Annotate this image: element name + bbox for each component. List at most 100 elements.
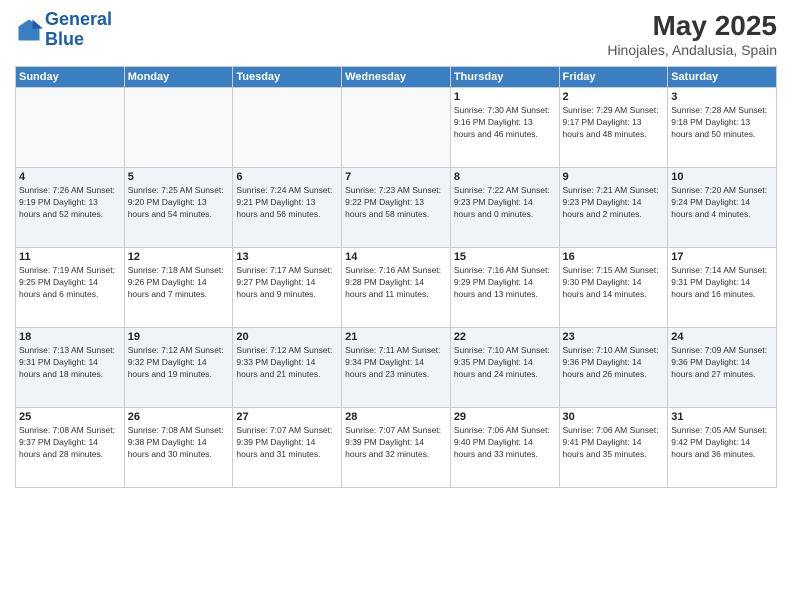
day-number: 19	[128, 331, 230, 343]
day-number: 3	[671, 91, 773, 103]
day-info: Sunrise: 7:06 AM Sunset: 9:40 PM Dayligh…	[454, 425, 556, 461]
day-number: 30	[563, 411, 665, 423]
calendar-week-2: 11 Sunrise: 7:19 AM Sunset: 9:25 PM Dayli…	[16, 248, 777, 328]
calendar-cell: 6 Sunrise: 7:24 AM Sunset: 9:21 PM Daylig…	[233, 168, 342, 248]
calendar-cell: 27 Sunrise: 7:07 AM Sunset: 9:39 PM Dayli…	[233, 408, 342, 488]
calendar-cell: 4Sunrise: 7:26 AM Sunset: 9:19 PM Daylig…	[16, 168, 125, 248]
calendar-cell: 29 Sunrise: 7:06 AM Sunset: 9:40 PM Dayli…	[450, 408, 559, 488]
calendar-cell: 18Sunrise: 7:13 AM Sunset: 9:31 PM Dayli…	[16, 328, 125, 408]
location-title: Hinojales, Andalusia, Spain	[607, 42, 777, 58]
calendar-cell: 13 Sunrise: 7:17 AM Sunset: 9:27 PM Dayli…	[233, 248, 342, 328]
day-number: 17	[671, 251, 773, 263]
day-number: 1	[454, 91, 556, 103]
calendar-cell: 22 Sunrise: 7:10 AM Sunset: 9:35 PM Dayli…	[450, 328, 559, 408]
calendar-cell: 14Sunrise: 7:16 AM Sunset: 9:28 PM Dayli…	[342, 248, 451, 328]
calendar-week-3: 18Sunrise: 7:13 AM Sunset: 9:31 PM Dayli…	[16, 328, 777, 408]
month-title: May 2025	[607, 10, 777, 42]
calendar-cell: 12Sunrise: 7:18 AM Sunset: 9:26 PM Dayli…	[124, 248, 233, 328]
day-info: Sunrise: 7:19 AM Sunset: 9:25 PM Dayligh…	[19, 265, 121, 301]
logo-line1: General	[45, 10, 112, 30]
day-number: 25	[19, 411, 121, 423]
day-info: Sunrise: 7:08 AM Sunset: 9:38 PM Dayligh…	[128, 425, 230, 461]
logo-icon	[15, 16, 43, 44]
day-number: 13	[236, 251, 338, 263]
day-info: Sunrise: 7:15 AM Sunset: 9:30 PM Dayligh…	[563, 265, 665, 301]
calendar-cell: 7Sunrise: 7:23 AM Sunset: 9:22 PM Daylig…	[342, 168, 451, 248]
day-info: Sunrise: 7:22 AM Sunset: 9:23 PM Dayligh…	[454, 185, 556, 221]
calendar-cell	[342, 88, 451, 168]
day-number: 24	[671, 331, 773, 343]
day-info: Sunrise: 7:20 AM Sunset: 9:24 PM Dayligh…	[671, 185, 773, 221]
day-info: Sunrise: 7:12 AM Sunset: 9:33 PM Dayligh…	[236, 345, 338, 381]
day-header-sunday: Sunday	[16, 67, 125, 88]
header: General Blue May 2025 Hinojales, Andalus…	[15, 10, 777, 58]
calendar-cell: 15Sunrise: 7:16 AM Sunset: 9:29 PM Dayli…	[450, 248, 559, 328]
day-number: 4	[19, 171, 121, 183]
calendar-cell: 1 Sunrise: 7:30 AM Sunset: 9:16 PM Daylig…	[450, 88, 559, 168]
logo-text: General Blue	[45, 10, 112, 50]
day-info: Sunrise: 7:13 AM Sunset: 9:31 PM Dayligh…	[19, 345, 121, 381]
calendar-cell	[233, 88, 342, 168]
day-number: 5	[128, 171, 230, 183]
day-info: Sunrise: 7:08 AM Sunset: 9:37 PM Dayligh…	[19, 425, 121, 461]
day-number: 29	[454, 411, 556, 423]
day-info: Sunrise: 7:05 AM Sunset: 9:42 PM Dayligh…	[671, 425, 773, 461]
calendar-week-4: 25 Sunrise: 7:08 AM Sunset: 9:37 PM Dayli…	[16, 408, 777, 488]
calendar-cell: 11 Sunrise: 7:19 AM Sunset: 9:25 PM Dayli…	[16, 248, 125, 328]
logo: General Blue	[15, 10, 112, 50]
day-number: 6	[236, 171, 338, 183]
calendar-cell: 24 Sunrise: 7:09 AM Sunset: 9:36 PM Dayli…	[668, 328, 777, 408]
day-number: 27	[236, 411, 338, 423]
day-number: 20	[236, 331, 338, 343]
day-info: Sunrise: 7:10 AM Sunset: 9:35 PM Dayligh…	[454, 345, 556, 381]
day-info: Sunrise: 7:17 AM Sunset: 9:27 PM Dayligh…	[236, 265, 338, 301]
day-header-saturday: Saturday	[668, 67, 777, 88]
day-number: 10	[671, 171, 773, 183]
day-header-tuesday: Tuesday	[233, 67, 342, 88]
day-number: 12	[128, 251, 230, 263]
calendar-cell: 17 Sunrise: 7:14 AM Sunset: 9:31 PM Dayli…	[668, 248, 777, 328]
day-number: 15	[454, 251, 556, 263]
day-info: Sunrise: 7:14 AM Sunset: 9:31 PM Dayligh…	[671, 265, 773, 301]
calendar-cell: 2 Sunrise: 7:29 AM Sunset: 9:17 PM Daylig…	[559, 88, 668, 168]
day-info: Sunrise: 7:30 AM Sunset: 9:16 PM Dayligh…	[454, 105, 556, 141]
calendar-cell: 3 Sunrise: 7:28 AM Sunset: 9:18 PM Daylig…	[668, 88, 777, 168]
day-header-thursday: Thursday	[450, 67, 559, 88]
day-header-friday: Friday	[559, 67, 668, 88]
calendar-table: SundayMondayTuesdayWednesdayThursdayFrid…	[15, 66, 777, 488]
day-info: Sunrise: 7:09 AM Sunset: 9:36 PM Dayligh…	[671, 345, 773, 381]
calendar-cell: 23 Sunrise: 7:10 AM Sunset: 9:36 PM Dayli…	[559, 328, 668, 408]
day-header-monday: Monday	[124, 67, 233, 88]
day-number: 16	[563, 251, 665, 263]
day-number: 23	[563, 331, 665, 343]
page: General Blue May 2025 Hinojales, Andalus…	[0, 0, 792, 612]
calendar-cell	[124, 88, 233, 168]
day-number: 11	[19, 251, 121, 263]
day-info: Sunrise: 7:28 AM Sunset: 9:18 PM Dayligh…	[671, 105, 773, 141]
calendar-cell: 28 Sunrise: 7:07 AM Sunset: 9:39 PM Dayli…	[342, 408, 451, 488]
logo-line2: Blue	[45, 30, 112, 50]
day-number: 28	[345, 411, 447, 423]
day-number: 22	[454, 331, 556, 343]
day-info: Sunrise: 7:06 AM Sunset: 9:41 PM Dayligh…	[563, 425, 665, 461]
day-info: Sunrise: 7:11 AM Sunset: 9:34 PM Dayligh…	[345, 345, 447, 381]
calendar-cell: 30 Sunrise: 7:06 AM Sunset: 9:41 PM Dayli…	[559, 408, 668, 488]
day-number: 31	[671, 411, 773, 423]
day-info: Sunrise: 7:07 AM Sunset: 9:39 PM Dayligh…	[345, 425, 447, 461]
day-number: 2	[563, 91, 665, 103]
day-number: 26	[128, 411, 230, 423]
day-info: Sunrise: 7:07 AM Sunset: 9:39 PM Dayligh…	[236, 425, 338, 461]
calendar-cell: 25 Sunrise: 7:08 AM Sunset: 9:37 PM Dayli…	[16, 408, 125, 488]
calendar-cell: 21 Sunrise: 7:11 AM Sunset: 9:34 PM Dayli…	[342, 328, 451, 408]
day-number: 9	[563, 171, 665, 183]
calendar-cell: 31 Sunrise: 7:05 AM Sunset: 9:42 PM Dayli…	[668, 408, 777, 488]
day-info: Sunrise: 7:24 AM Sunset: 9:21 PM Dayligh…	[236, 185, 338, 221]
calendar-cell: 20 Sunrise: 7:12 AM Sunset: 9:33 PM Dayli…	[233, 328, 342, 408]
calendar-cell: 9Sunrise: 7:21 AM Sunset: 9:23 PM Daylig…	[559, 168, 668, 248]
day-number: 21	[345, 331, 447, 343]
day-info: Sunrise: 7:29 AM Sunset: 9:17 PM Dayligh…	[563, 105, 665, 141]
calendar-cell: 5Sunrise: 7:25 AM Sunset: 9:20 PM Daylig…	[124, 168, 233, 248]
day-info: Sunrise: 7:16 AM Sunset: 9:28 PM Dayligh…	[345, 265, 447, 301]
day-info: Sunrise: 7:10 AM Sunset: 9:36 PM Dayligh…	[563, 345, 665, 381]
calendar-cell: 19Sunrise: 7:12 AM Sunset: 9:32 PM Dayli…	[124, 328, 233, 408]
